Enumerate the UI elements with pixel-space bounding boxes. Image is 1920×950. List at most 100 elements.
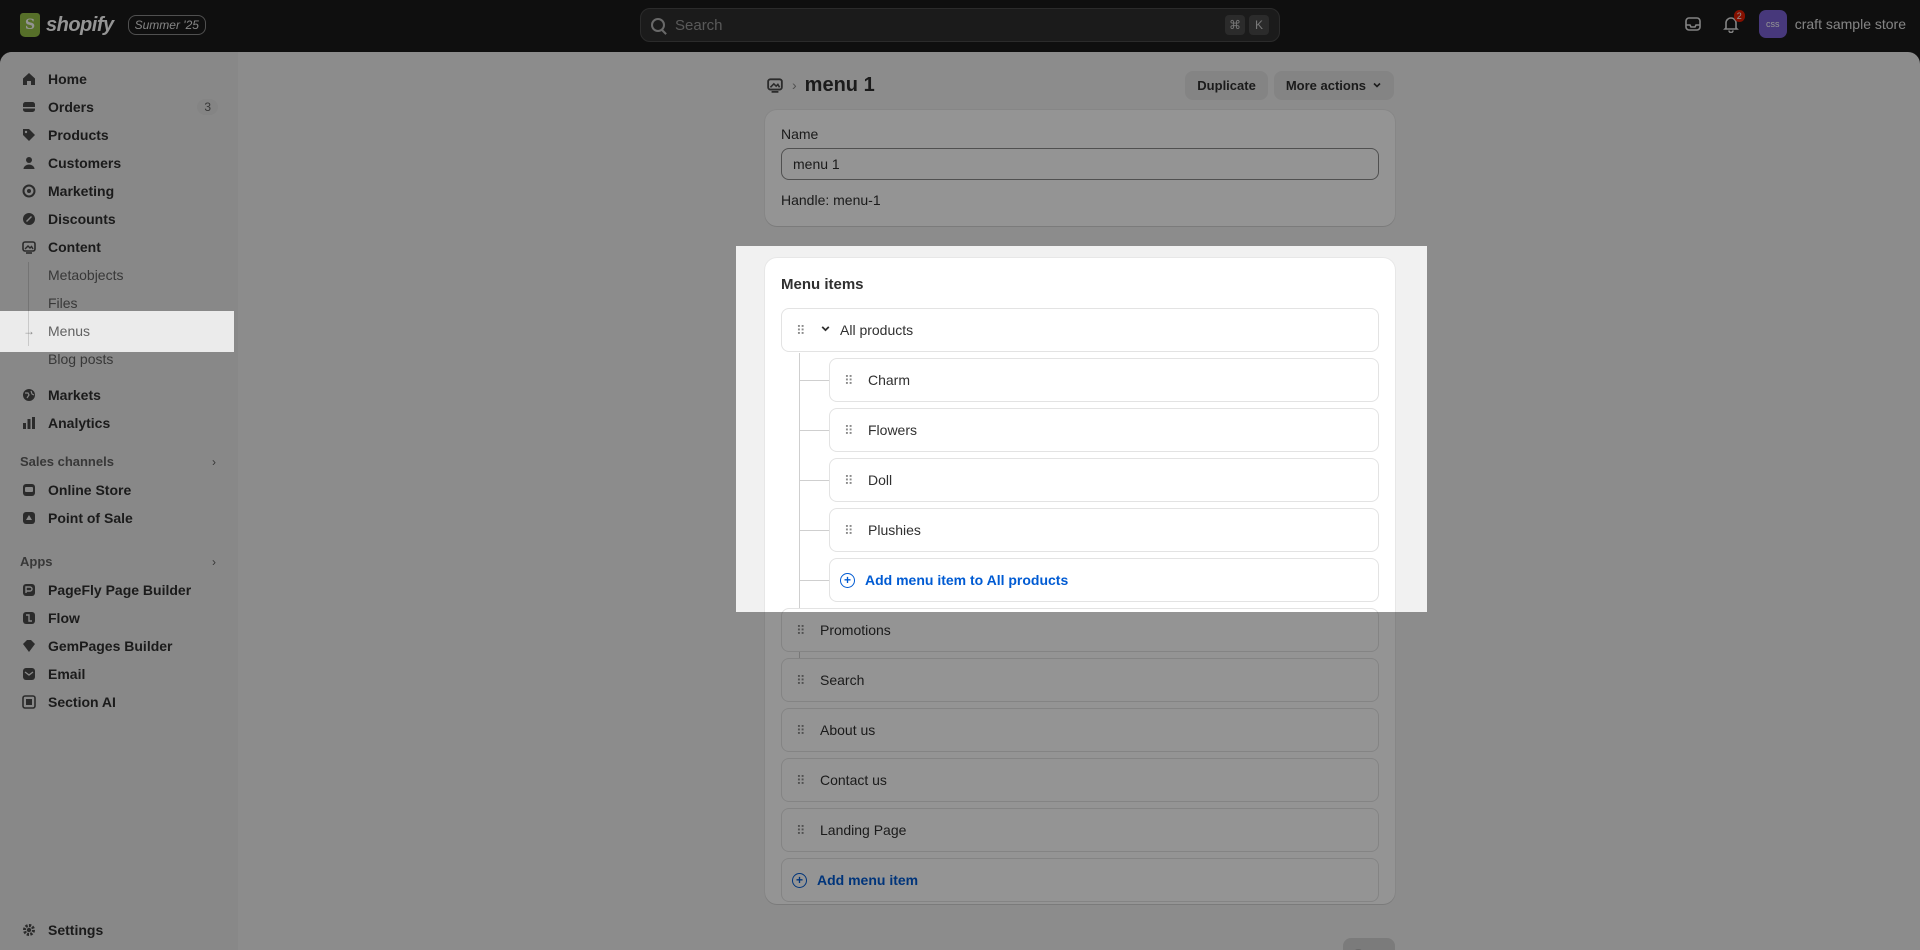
chevron-down-icon — [1373, 82, 1381, 88]
tree-arrow-icon: → — [23, 324, 35, 338]
add-menu-item-button[interactable]: + Add menu item — [781, 858, 1379, 902]
chevron-right-icon[interactable]: › — [212, 455, 216, 469]
sidebar-item-label: Customers — [48, 155, 122, 171]
kbd-cmd: ⌘ — [1225, 15, 1245, 35]
sidebar-item-label: Email — [48, 666, 86, 682]
tag-icon — [22, 128, 36, 142]
sidebar-item-orders[interactable]: Orders 3 — [12, 93, 228, 121]
menu-item-promotions[interactable]: ⠿ Promotions — [781, 608, 1379, 652]
sidebar-item-flow[interactable]: Flow — [12, 604, 228, 632]
store-menu[interactable]: css craft sample store — [1758, 10, 1906, 38]
top-bar: shopify Summer '25 ⌘ K 2 css craft sampl… — [0, 0, 1920, 52]
admin-frame: Home Orders 3 Products Customers Marketi… — [0, 52, 1920, 950]
menu-item-label: Flowers — [868, 422, 918, 438]
drag-handle-icon[interactable]: ⠿ — [796, 824, 808, 837]
search-bar[interactable]: ⌘ K — [640, 8, 1280, 42]
search-input[interactable] — [675, 16, 1221, 34]
sidebar-item-home[interactable]: Home — [12, 65, 228, 93]
drag-handle-icon[interactable]: ⠿ — [796, 674, 808, 687]
chart-icon — [22, 416, 36, 430]
sidebar-item-metaobjects[interactable]: Metaobjects — [12, 261, 228, 289]
menu-item-label: Search — [820, 672, 865, 688]
target-icon — [22, 184, 36, 198]
plus-circle-icon: + — [792, 872, 807, 888]
menu-item-landing-page[interactable]: ⠿ Landing Page — [781, 808, 1379, 852]
menu-name-input[interactable] — [781, 148, 1379, 180]
drag-handle-icon[interactable]: ⠿ — [796, 624, 808, 637]
menu-item-label: About us — [820, 722, 876, 738]
logo-text: shopify — [46, 13, 114, 36]
sidebar-item-gempages[interactable]: GemPages Builder — [12, 632, 228, 660]
sidebar-item-customers[interactable]: Customers — [12, 149, 228, 177]
menu-item-label: All products — [840, 322, 914, 338]
season-badge[interactable]: Summer '25 — [127, 15, 206, 35]
menu-item-plushies[interactable]: ⠿ Plushies — [829, 508, 1379, 552]
shopify-logo[interactable]: shopify Summer '25 — [20, 13, 206, 37]
drag-handle-icon[interactable]: ⠿ — [796, 724, 808, 737]
sidebar-item-label: Content — [48, 239, 101, 255]
save-button[interactable]: Save — [1343, 938, 1395, 950]
menu-items-title: Menu items — [781, 276, 864, 293]
sidebar-item-files[interactable]: Files — [12, 289, 228, 317]
drag-handle-icon[interactable]: ⠿ — [796, 774, 808, 787]
sidebar-item-section-ai[interactable]: Section AI — [12, 688, 228, 716]
sidebar-item-label: Discounts — [48, 211, 116, 227]
notification-bell-icon[interactable]: 2 — [1721, 10, 1745, 34]
drag-handle-icon[interactable]: ⠿ — [844, 374, 856, 387]
sidebar-item-settings[interactable]: Settings — [12, 916, 228, 944]
menu-item-all-products[interactable]: ⠿ All products — [781, 308, 1379, 352]
pos-icon — [22, 511, 36, 525]
chevron-right-icon[interactable]: › — [212, 555, 216, 569]
email-icon — [22, 667, 36, 681]
sidebar-item-marketing[interactable]: Marketing — [12, 177, 228, 205]
menu-items-card: Menu items ⠿ All products ⠿ Charm ⠿ Flow… — [765, 258, 1395, 904]
content-icon — [22, 240, 36, 254]
drag-handle-icon[interactable]: ⠿ — [844, 474, 856, 487]
drag-handle-icon[interactable]: ⠿ — [844, 424, 856, 437]
menu-item-label: Plushies — [868, 522, 921, 538]
sidebar-item-online-store[interactable]: Online Store — [12, 476, 228, 504]
name-card: Name Handle: menu-1 — [765, 110, 1395, 226]
menu-item-search[interactable]: ⠿ Search — [781, 658, 1379, 702]
sales-channels-heading: Sales channels — [20, 454, 114, 469]
more-actions-label: More actions — [1285, 77, 1366, 93]
duplicate-button[interactable]: Duplicate — [1185, 70, 1268, 100]
sidebar-item-label: Home — [48, 71, 87, 87]
sidebar-item-label: Section AI — [48, 694, 116, 710]
sidebar-item-content[interactable]: Content — [12, 233, 228, 261]
add-child-menu-item-button[interactable]: + Add menu item to All products — [829, 558, 1379, 602]
menu-item-flowers[interactable]: ⠿ Flowers — [829, 408, 1379, 452]
drag-handle-icon[interactable]: ⠿ — [844, 524, 856, 537]
content-breadcrumb-icon[interactable] — [766, 76, 784, 94]
name-label: Name — [781, 126, 819, 142]
menu-item-about-us[interactable]: ⠿ About us — [781, 708, 1379, 752]
chevron-down-icon[interactable] — [820, 323, 832, 337]
sidebar-item-blog-posts[interactable]: Blog posts — [12, 345, 228, 373]
apps-heading: Apps — [20, 554, 53, 569]
store-avatar: css — [1758, 10, 1787, 38]
shopify-bag-icon — [20, 13, 40, 37]
sidebar-item-analytics[interactable]: Analytics — [12, 409, 228, 437]
sidebar-item-discounts[interactable]: Discounts — [12, 205, 228, 233]
menu-item-contact-us[interactable]: ⠿ Contact us — [781, 758, 1379, 802]
sidebar-item-email[interactable]: Email — [12, 660, 228, 688]
drag-handle-icon[interactable]: ⠿ — [796, 324, 808, 337]
gear-icon — [22, 923, 36, 937]
sidebar-item-label: Flow — [48, 610, 80, 626]
menu-item-label: Promotions — [820, 622, 891, 638]
sidebar-item-products[interactable]: Products — [12, 121, 228, 149]
sidebar-item-label: Files — [48, 295, 78, 311]
menu-item-doll[interactable]: ⠿ Doll — [829, 458, 1379, 502]
kbd-k: K — [1249, 15, 1269, 35]
sidebar-item-label: Menus — [48, 323, 91, 339]
sidebar-item-markets[interactable]: Markets — [12, 381, 228, 409]
menu-item-charm[interactable]: ⠿ Charm — [829, 358, 1379, 402]
sidebar-item-point-of-sale[interactable]: Point of Sale — [12, 504, 228, 532]
inbox-icon[interactable] — [1683, 14, 1703, 34]
more-actions-button[interactable]: More actions — [1273, 70, 1394, 100]
sidebar-item-menus[interactable]: → Menus — [12, 317, 228, 345]
sidebar-item-label: Online Store — [48, 482, 132, 498]
menu-item-label: Landing Page — [820, 822, 907, 838]
sidebar-item-pagefly[interactable]: PageFly Page Builder — [12, 576, 228, 604]
add-child-label: Add menu item to All products — [865, 572, 1069, 588]
